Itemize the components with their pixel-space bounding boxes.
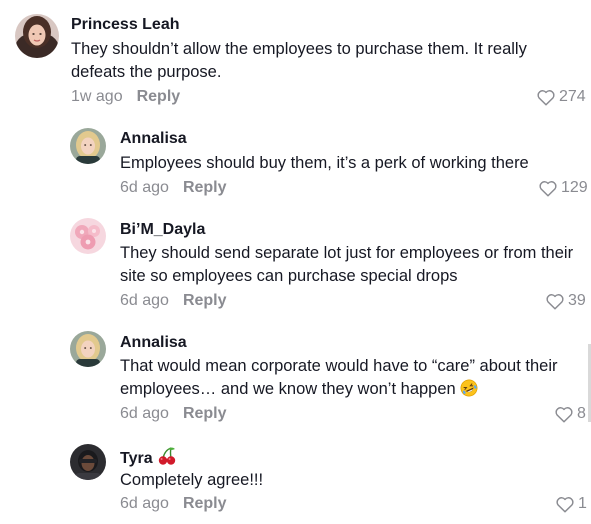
comment-text: Completely agree!!! [120,471,264,489]
heart-icon [556,497,574,513]
comment-meta: 6d ago Reply [120,178,227,198]
reply-button[interactable]: Reply [137,88,181,105]
reply-button[interactable]: Reply [183,179,227,196]
avatar[interactable] [15,14,59,58]
reply-button[interactable]: Reply [183,292,227,309]
reply-button[interactable]: Reply [183,495,227,512]
avatar-photo-icon [15,14,59,58]
comment-text-content: That would mean corporate would have to … [120,357,558,398]
like-button[interactable]: 8 [554,404,586,424]
reply-button[interactable]: Reply [183,405,227,422]
comment-meta: 1w ago Reply [71,87,180,107]
comment-time: 6d ago [120,405,169,422]
comment-meta: 6d ago Reply [120,404,227,424]
avatar-photo-icon [70,444,106,480]
heart-icon [537,90,555,106]
comment-text: They shouldn’t allow the employees to pu… [71,40,527,81]
like-button[interactable]: 39 [545,291,586,311]
avatar[interactable] [70,128,106,164]
like-count: 39 [568,292,586,309]
heart-icon [555,407,573,423]
comment-text: They should send separate lot just for e… [120,244,574,285]
avatar[interactable] [70,218,106,254]
like-button[interactable]: 129 [538,178,588,198]
comment-time: 1w ago [71,88,123,105]
like-button[interactable]: 274 [536,87,586,107]
rolling-on-floor-laughing-icon [460,379,478,404]
comment-author[interactable]: Bi’M_Dayla [120,220,205,240]
comment-time: 6d ago [120,495,169,512]
avatar-photo-icon [70,331,106,367]
avatar[interactable] [70,444,106,480]
avatar-photo-icon [70,128,106,164]
comment-time: 6d ago [120,179,169,196]
avatar-pink-flowers-icon [70,218,106,254]
like-count: 8 [577,405,586,422]
comment-text: Employees should buy them, it’s a perk o… [120,154,529,172]
comment-time: 6d ago [120,292,169,309]
comment-meta: 6d ago Reply [120,494,227,514]
comment-author[interactable]: Annalisa [120,129,187,149]
comment-author-name: Tyra [120,450,153,467]
like-count: 129 [561,179,588,196]
like-button[interactable]: 1 [555,494,587,514]
heart-icon [546,294,564,310]
avatar[interactable] [70,331,106,367]
like-count: 1 [578,495,587,512]
like-count: 274 [559,88,586,105]
comment-text: That would mean corporate would have to … [120,355,580,404]
comment-meta: 6d ago Reply [120,291,227,311]
heart-icon [539,181,557,197]
comment-author[interactable]: Princess Leah [71,15,180,35]
comment-author[interactable]: Annalisa [120,333,187,353]
